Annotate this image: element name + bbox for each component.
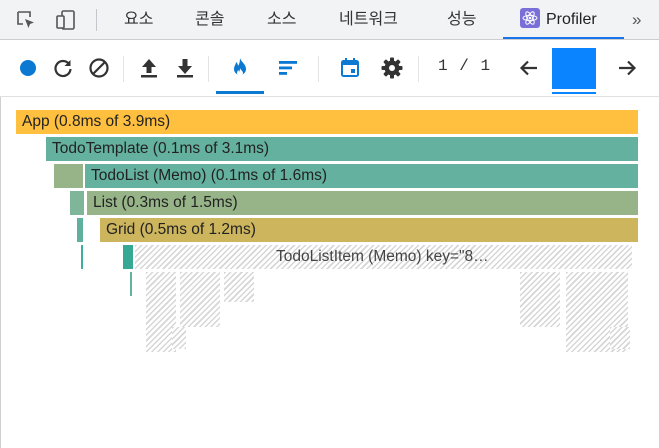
commit-current: 1 — [438, 57, 449, 75]
flamegraph-bar-todolistitem[interactable] — [123, 245, 134, 269]
profiler-toolbar: 1 / 1 — [0, 41, 659, 97]
flamegraph-hatched-region — [180, 272, 220, 327]
save-profile-icon[interactable] — [172, 55, 198, 81]
flamegraph-bar-todotemplate[interactable]: TodoTemplate (0.1ms of 3.1ms) — [46, 137, 639, 161]
flamegraph-hatched-region — [520, 272, 560, 327]
inspect-element-icon[interactable] — [15, 9, 37, 31]
flamegraph-chart: App (0.8ms of 3.9ms) TodoTemplate (0.1ms… — [0, 97, 659, 448]
devtools-tab-bar: 요소 콘솔 소스 네트워크 성능 Profiler » — [0, 0, 659, 40]
flamegraph-bar-app[interactable]: App (0.8ms of 3.9ms) — [16, 110, 639, 134]
chevron-double-right-icon[interactable]: » — [632, 0, 641, 40]
flamegraph-bar-self-time[interactable] — [54, 164, 84, 188]
commit-separator: / — [459, 57, 470, 75]
hatched-bar-label: TodoListItem (Memo) key="8… — [276, 248, 489, 265]
flamegraph-bar-sibling[interactable] — [81, 245, 84, 269]
arrow-left-icon[interactable] — [516, 55, 542, 81]
record-icon[interactable] — [15, 55, 41, 81]
commit-counter: 1 / 1 — [438, 57, 491, 75]
flamegraph-hatched-region — [610, 327, 630, 349]
flamegraph-bar-list[interactable]: List (0.3ms of 1.5ms) — [87, 191, 639, 215]
tab-profiler[interactable]: Profiler — [520, 0, 597, 39]
flamegraph-bar-grid[interactable]: Grid (0.5ms of 1.2ms) — [100, 218, 639, 242]
flamegraph-hatched-region — [172, 327, 186, 349]
toolbar-separator — [418, 56, 419, 82]
load-profile-icon[interactable] — [136, 55, 162, 81]
tab-elements[interactable]: 요소 — [124, 0, 153, 39]
reload-and-profile-icon[interactable] — [50, 55, 76, 81]
commit-selection-indicator — [552, 92, 596, 94]
tab-profiler-label: Profiler — [546, 11, 597, 28]
bar-label: TodoTemplate (0.1ms of 3.1ms) — [52, 140, 270, 157]
tab-sources[interactable]: 소스 — [267, 0, 296, 39]
flamegraph-bar-sibling[interactable] — [130, 272, 133, 296]
bar-label: Grid (0.5ms of 1.2ms) — [106, 221, 256, 238]
tab-console[interactable]: 콘솔 — [195, 0, 224, 39]
commit-total: 1 — [480, 57, 492, 75]
toolbar-separator — [318, 56, 319, 82]
react-logo-icon — [520, 4, 540, 28]
toolbar-separator — [123, 56, 124, 82]
flamegraph-hatched-region — [224, 272, 254, 302]
commit-bar[interactable] — [552, 48, 596, 89]
active-view-indicator — [216, 91, 264, 94]
tab-network[interactable]: 네트워크 — [339, 0, 398, 39]
flamegraph-bar-sibling[interactable] — [70, 191, 85, 215]
tab-separator — [96, 9, 97, 31]
flame-icon[interactable] — [227, 55, 253, 81]
arrow-right-icon[interactable] — [614, 55, 640, 81]
tab-performance[interactable]: 성능 — [447, 0, 476, 39]
active-tab-indicator — [503, 37, 624, 39]
flamegraph-bar-todolist[interactable]: TodoList (Memo) (0.1ms of 1.6ms) — [85, 164, 639, 188]
ranked-chart-icon[interactable] — [275, 55, 301, 81]
flamegraph-bar-sibling[interactable] — [77, 218, 84, 242]
bar-label: App (0.8ms of 3.9ms) — [22, 113, 171, 130]
bar-label: TodoList (Memo) (0.1ms of 1.6ms) — [91, 167, 328, 184]
device-toggle-icon[interactable] — [55, 9, 77, 31]
toolbar-separator — [208, 56, 209, 82]
gear-icon[interactable] — [379, 55, 405, 81]
bar-label: List (0.3ms of 1.5ms) — [93, 194, 238, 211]
calendar-icon[interactable] — [337, 55, 363, 81]
clear-icon[interactable] — [86, 55, 112, 81]
